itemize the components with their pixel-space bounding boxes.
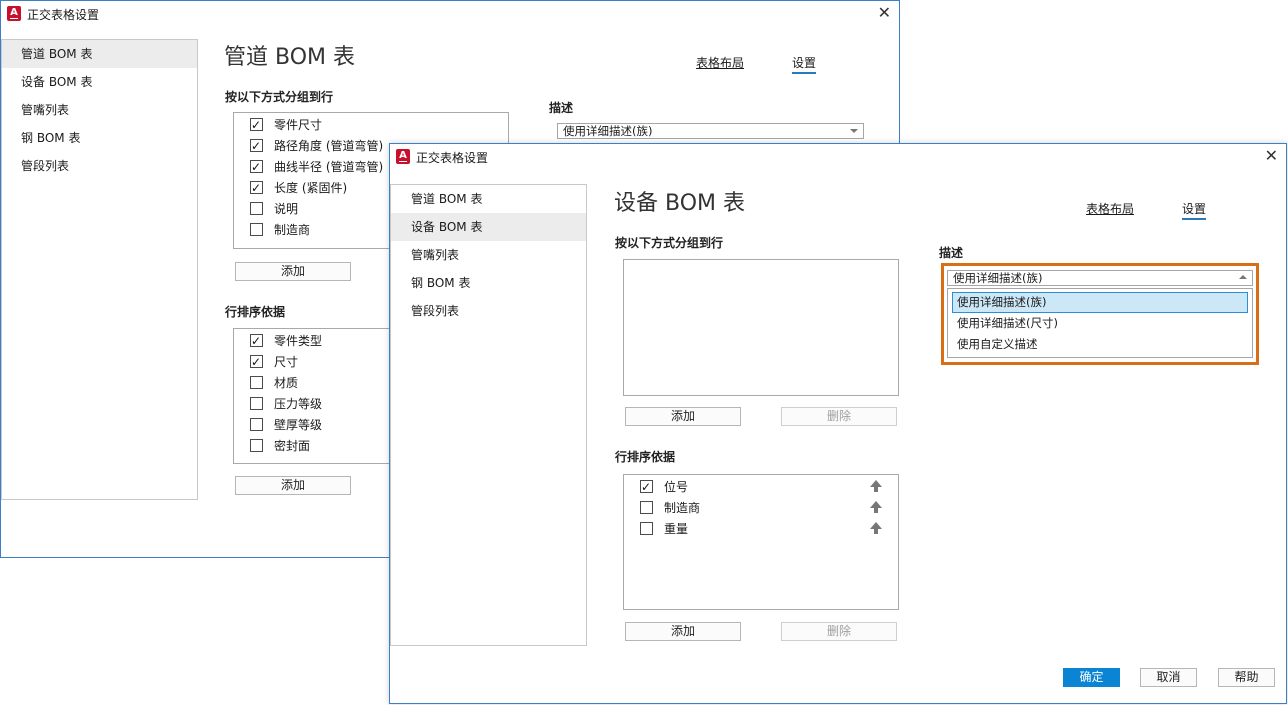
front-sort-add-button[interactable]: 添加 bbox=[625, 622, 741, 641]
back-description-select[interactable]: 使用详细描述(族) bbox=[557, 123, 864, 139]
checkbox[interactable] bbox=[250, 137, 263, 155]
back-nav-pipe-bom[interactable]: 管道 BOM 表 bbox=[2, 40, 197, 68]
back-group-add-button[interactable]: 添加 bbox=[235, 262, 351, 281]
back-tab-table-layout[interactable]: 表格布局 bbox=[696, 54, 744, 71]
autocad-app-icon: A bbox=[7, 6, 21, 21]
front-sort-item[interactable]: 重量 bbox=[640, 520, 890, 538]
front-tab-settings[interactable]: 设置 bbox=[1182, 200, 1207, 220]
front-nav-pipe-bom[interactable]: 管道 BOM 表 bbox=[391, 185, 586, 213]
front-nav-steel-bom[interactable]: 钢 BOM 表 bbox=[391, 269, 586, 297]
checkbox[interactable] bbox=[250, 179, 263, 197]
checkbox[interactable] bbox=[250, 202, 263, 215]
front-group-label: 按以下方式分组到行 bbox=[615, 236, 724, 250]
back-sidebar: 管道 BOM 表 设备 BOM 表 管嘴列表 钢 BOM 表 管段列表 bbox=[1, 39, 198, 500]
front-nav-equipment-bom[interactable]: 设备 BOM 表 bbox=[391, 213, 586, 241]
front-group-listbox bbox=[623, 259, 899, 396]
checkbox[interactable] bbox=[250, 439, 263, 452]
back-dialog-title: 正交表格设置 bbox=[27, 8, 100, 22]
back-description-label: 描述 bbox=[549, 101, 574, 115]
back-titlebar: A 正交表格设置 ✕ bbox=[1, 1, 899, 27]
front-description-label: 描述 bbox=[939, 246, 964, 260]
chevron-down-icon bbox=[850, 129, 858, 133]
front-close-icon[interactable]: ✕ bbox=[1265, 146, 1278, 165]
checkbox[interactable] bbox=[250, 418, 263, 431]
front-sidebar: 管道 BOM 表 设备 BOM 表 管嘴列表 钢 BOM 表 管段列表 bbox=[390, 184, 587, 646]
front-tab-table-layout[interactable]: 表格布局 bbox=[1086, 200, 1134, 217]
checkbox[interactable] bbox=[250, 353, 263, 371]
checkbox[interactable] bbox=[640, 501, 653, 514]
back-description-value: 使用详细描述(族) bbox=[563, 124, 653, 138]
back-close-icon[interactable]: ✕ bbox=[878, 3, 891, 22]
back-nav-equipment-bom[interactable]: 设备 BOM 表 bbox=[2, 68, 197, 96]
checkbox[interactable] bbox=[640, 522, 653, 535]
checkbox[interactable] bbox=[250, 397, 263, 410]
front-titlebar: A 正交表格设置 ✕ bbox=[390, 144, 1286, 170]
front-group-delete-button[interactable]: 删除 bbox=[781, 407, 897, 426]
checkbox[interactable] bbox=[250, 332, 263, 350]
front-description-dropdown: 使用详细描述(族) 使用详细描述(尺寸) 使用自定义描述 bbox=[947, 288, 1253, 358]
back-sort-add-button[interactable]: 添加 bbox=[235, 476, 351, 495]
back-sort-label: 行排序依据 bbox=[225, 305, 286, 319]
front-page-title: 设备 BOM 表 bbox=[614, 191, 745, 216]
front-sort-delete-button[interactable]: 删除 bbox=[781, 622, 897, 641]
dropdown-option[interactable]: 使用详细描述(族) bbox=[952, 292, 1248, 313]
checkbox[interactable] bbox=[250, 376, 263, 389]
back-page-title: 管道 BOM 表 bbox=[224, 45, 355, 70]
cancel-button[interactable]: 取消 bbox=[1140, 668, 1197, 687]
back-nav-segment-list[interactable]: 管段列表 bbox=[2, 152, 197, 180]
back-group-label: 按以下方式分组到行 bbox=[225, 90, 334, 104]
checkbox[interactable] bbox=[250, 223, 263, 236]
ok-button[interactable]: 确定 bbox=[1063, 668, 1120, 687]
checkbox[interactable] bbox=[640, 478, 653, 496]
dropdown-option[interactable]: 使用详细描述(尺寸) bbox=[952, 313, 1248, 334]
front-dialog: A 正交表格设置 ✕ 管道 BOM 表 设备 BOM 表 管嘴列表 钢 BOM … bbox=[389, 143, 1287, 704]
front-nav-nozzle-list[interactable]: 管嘴列表 bbox=[391, 241, 586, 269]
front-sort-label: 行排序依据 bbox=[615, 450, 676, 464]
checkbox[interactable] bbox=[250, 158, 263, 176]
sort-ascending-arrow-icon[interactable] bbox=[870, 480, 882, 492]
sort-ascending-arrow-icon[interactable] bbox=[870, 522, 882, 534]
chevron-up-icon bbox=[1239, 275, 1247, 279]
back-tab-settings[interactable]: 设置 bbox=[792, 54, 817, 74]
dropdown-option[interactable]: 使用自定义描述 bbox=[952, 334, 1248, 355]
front-description-select[interactable]: 使用详细描述(族) bbox=[947, 270, 1253, 286]
front-sort-item[interactable]: 位号 bbox=[640, 478, 890, 496]
autocad-app-icon: A bbox=[396, 149, 410, 164]
front-nav-segment-list[interactable]: 管段列表 bbox=[391, 297, 586, 325]
front-dialog-title: 正交表格设置 bbox=[416, 151, 489, 165]
front-sort-listbox: 位号 制造商 重量 bbox=[623, 474, 899, 610]
help-button[interactable]: 帮助 bbox=[1218, 668, 1275, 687]
sort-ascending-arrow-icon[interactable] bbox=[870, 501, 882, 513]
front-description-value: 使用详细描述(族) bbox=[953, 271, 1043, 285]
front-sort-item[interactable]: 制造商 bbox=[640, 499, 890, 517]
checkbox[interactable] bbox=[250, 116, 263, 134]
back-nav-nozzle-list[interactable]: 管嘴列表 bbox=[2, 96, 197, 124]
back-nav-steel-bom[interactable]: 钢 BOM 表 bbox=[2, 124, 197, 152]
front-group-add-button[interactable]: 添加 bbox=[625, 407, 741, 426]
